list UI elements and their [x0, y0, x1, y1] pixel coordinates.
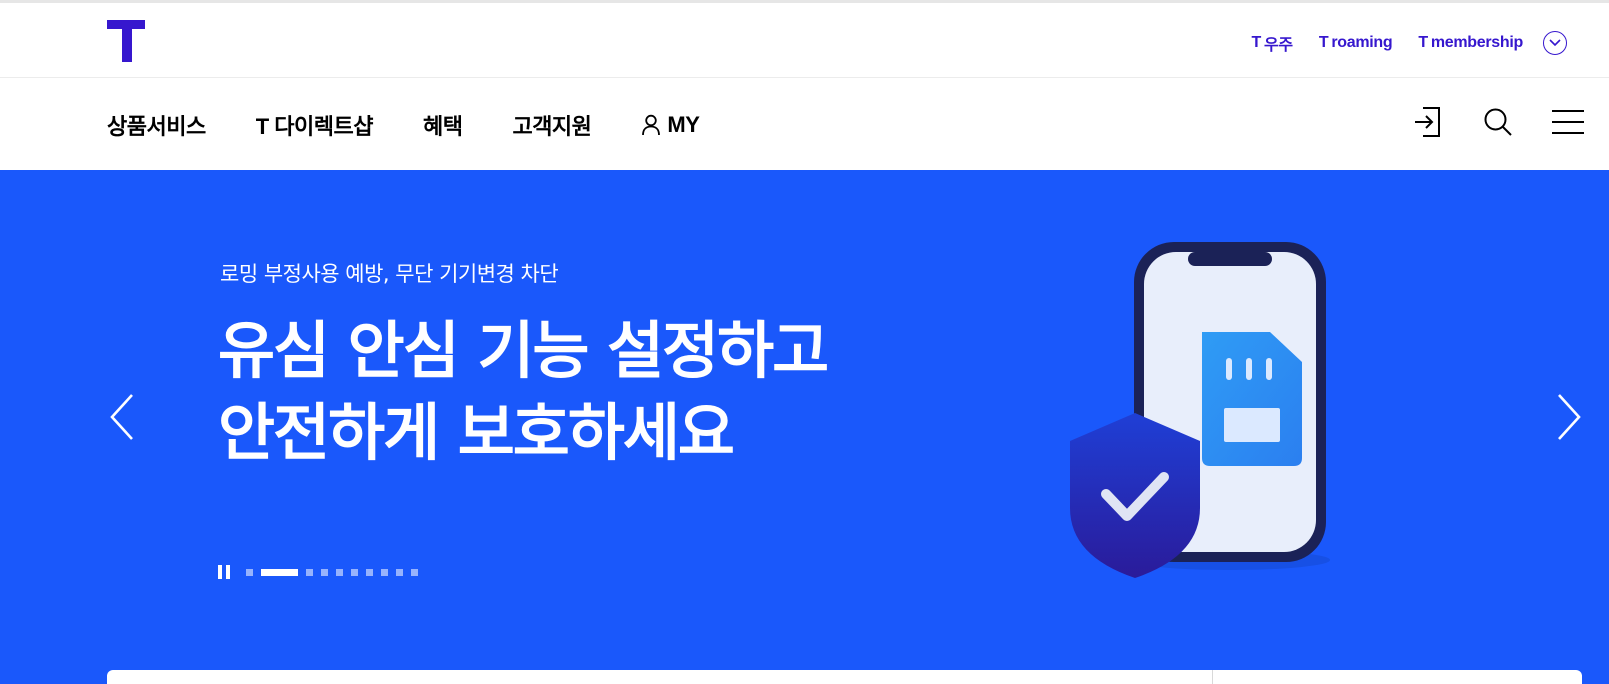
slide-dot[interactable]: [321, 568, 328, 576]
nav-item-benefits[interactable]: 혜택: [423, 109, 463, 141]
t-roaming-label: roaming: [1331, 34, 1393, 51]
chevron-right-icon: [1558, 394, 1581, 440]
slide-pagination: [218, 565, 426, 579]
hero-title[interactable]: 유심 안심 기능 설정하고 안전하게 보호하세요: [218, 310, 829, 474]
slide-dot[interactable]: [306, 568, 313, 576]
hero-title-line2: 안전하게 보호하세요: [218, 396, 735, 469]
gnb-menu: 상품서비스 T 다이렉트샵 혜택 고객지원 MY: [107, 109, 749, 141]
card-divider: [1212, 670, 1213, 684]
slide-dots: [246, 568, 426, 576]
t-universe-label: 우주: [1264, 37, 1293, 54]
next-slide-button[interactable]: [1549, 392, 1589, 442]
pause-icon[interactable]: [218, 565, 230, 579]
slide-dot[interactable]: [381, 568, 388, 576]
slide-dot[interactable]: [246, 568, 253, 576]
t-logo[interactable]: [107, 20, 145, 62]
slide-dot[interactable]: [396, 568, 403, 576]
login-icon[interactable]: [1411, 105, 1445, 139]
phone-sim-shield-illustration: [1070, 242, 1330, 578]
utility-links: T 우주 T roaming T membership: [1226, 31, 1567, 55]
slide-dot[interactable]: [366, 568, 373, 576]
t-mark-icon: T: [1251, 34, 1262, 51]
nav-item-products[interactable]: 상품서비스: [107, 109, 206, 141]
nav-item-my-label: MY: [667, 112, 700, 137]
prev-slide-button[interactable]: [104, 392, 144, 442]
t-logo-stem: [122, 29, 132, 62]
t-mark-icon: T: [1318, 34, 1329, 51]
t-logo-top: [107, 20, 145, 29]
nav-item-direct-shop[interactable]: T 다이렉트샵: [256, 109, 374, 141]
person-icon: [641, 114, 661, 136]
t-roaming-link[interactable]: T roaming: [1319, 34, 1393, 52]
t-membership-label: membership: [1430, 34, 1523, 51]
hero-title-line1: 유심 안심 기능 설정하고: [218, 314, 829, 387]
slide-dot[interactable]: [336, 568, 343, 576]
slide-dot[interactable]: [411, 568, 418, 576]
slide-dot-active[interactable]: [261, 568, 298, 576]
nav-item-support[interactable]: 고객지원: [512, 109, 591, 141]
t-universe-link[interactable]: T 우주: [1251, 31, 1294, 55]
chevron-down-icon[interactable]: [1543, 31, 1567, 55]
nav-item-my[interactable]: MY: [641, 112, 700, 138]
slide-dot[interactable]: [351, 568, 358, 576]
utility-bar: T 우주 T roaming T membership: [0, 3, 1609, 78]
nav-icons: [1375, 105, 1585, 139]
hero-banner: 로밍 부정사용 예방, 무단 기기변경 차단 유심 안심 기능 설정하고 안전하…: [0, 170, 1609, 684]
t-mark-icon: T: [1418, 34, 1428, 51]
t-membership-link[interactable]: T membership: [1418, 34, 1523, 52]
search-icon[interactable]: [1481, 105, 1515, 139]
hero-subtitle: 로밍 부정사용 예방, 무단 기기변경 차단: [220, 262, 559, 286]
chevron-left-icon: [110, 394, 133, 440]
main-nav: 상품서비스 T 다이렉트샵 혜택 고객지원 MY: [0, 79, 1609, 170]
menu-icon[interactable]: [1551, 105, 1585, 139]
quick-search-card: [107, 670, 1582, 684]
